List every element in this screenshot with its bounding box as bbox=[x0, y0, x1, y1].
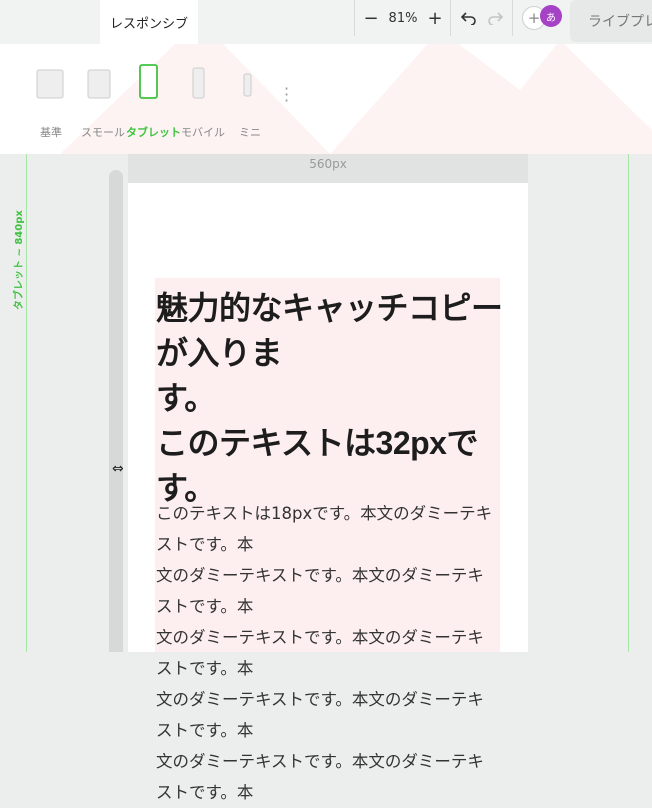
divider bbox=[354, 0, 355, 36]
divider bbox=[450, 0, 451, 36]
mobile-icon bbox=[192, 67, 205, 99]
resize-rail[interactable] bbox=[109, 170, 123, 652]
more-options-icon[interactable]: · · · bbox=[284, 81, 289, 109]
zoom-level: 81% bbox=[388, 10, 418, 26]
tab-live-preview[interactable]: ライブプレビ bbox=[570, 0, 652, 42]
zoom-controls: − 81% + bbox=[356, 0, 450, 36]
headline-line: す。 bbox=[156, 380, 216, 416]
small-screen-icon bbox=[87, 69, 111, 99]
resize-handle-icon[interactable]: ⇔ bbox=[112, 461, 124, 477]
breakpoint-guide-right bbox=[628, 154, 629, 652]
zoom-in-button[interactable]: + bbox=[420, 0, 450, 36]
body-line: 文のダミーテキストです。本文のダミーテキストです。本 bbox=[156, 690, 484, 740]
device-small[interactable]: スモール bbox=[81, 54, 125, 139]
width-label: 560px bbox=[309, 157, 347, 171]
device-label: ミニ bbox=[239, 126, 261, 139]
mini-icon bbox=[243, 73, 252, 97]
breakpoint-label-text: タブレット ~ 840px bbox=[14, 210, 25, 310]
tab-responsive[interactable]: レスポンシブ bbox=[100, 0, 198, 44]
desktop-icon bbox=[36, 69, 64, 99]
divider bbox=[512, 0, 513, 36]
device-label: 基準 bbox=[40, 126, 62, 139]
device-label: スモール bbox=[81, 126, 125, 139]
device-label: モバイル bbox=[181, 126, 225, 139]
redo-icon[interactable] bbox=[480, 0, 510, 36]
body-line: 文のダミーテキストです。本文のダミーテキストです。本 bbox=[156, 566, 484, 616]
body-line: 文のダミーテキストです。本文のダミーテキストです。本 bbox=[156, 628, 484, 678]
body-line: このテキストは18pxです。本文のダミーテキストです。本 bbox=[156, 504, 493, 554]
headline-line: 魅力的なキャッチコピーが入りま bbox=[156, 290, 503, 371]
device-tablet[interactable]: タブレット bbox=[126, 54, 181, 139]
avatar[interactable]: あ bbox=[540, 5, 562, 27]
tablet-icon bbox=[139, 64, 158, 99]
device-mini[interactable]: ミニ bbox=[239, 54, 261, 139]
device-label: タブレット bbox=[126, 126, 181, 139]
breakpoint-guide-left bbox=[26, 154, 27, 652]
device-mobile[interactable]: モバイル bbox=[181, 54, 225, 139]
breakpoint-label: タブレット ~ 840px bbox=[8, 170, 25, 310]
body-line: 文のダミーテキストです。本文のダミーテキストです。本 bbox=[156, 752, 484, 802]
device-selector-bar: 基準 スモール タブレット モバイル ミニ · · · bbox=[0, 44, 652, 154]
body-text: このテキストは18pxです。本文のダミーテキストです。本 文のダミーテキストです… bbox=[156, 498, 494, 808]
headline: 魅力的なキャッチコピーが入りま す。 このテキストは32pxです。 bbox=[156, 286, 504, 511]
top-toolbar: レスポンシブ − 81% + + あ ライブプレビ bbox=[0, 0, 652, 44]
zoom-out-button[interactable]: − bbox=[356, 0, 386, 36]
device-base[interactable]: 基準 bbox=[36, 54, 64, 139]
